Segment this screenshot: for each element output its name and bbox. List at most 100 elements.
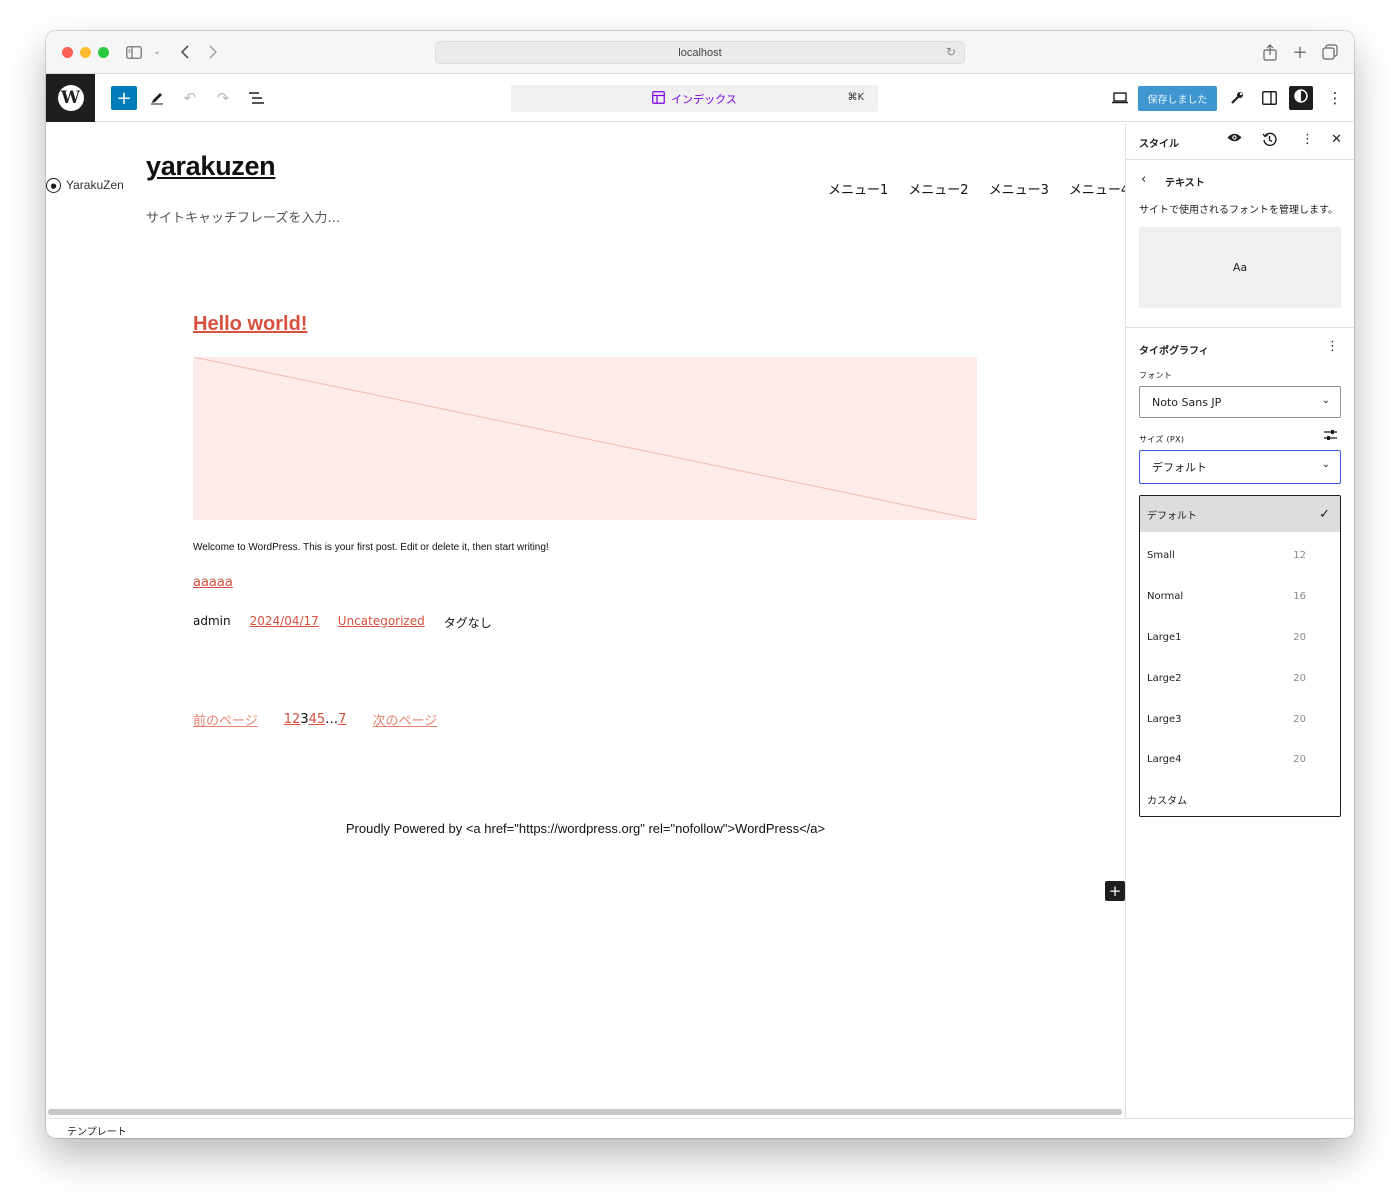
close-window-button[interactable] [62, 47, 73, 58]
command-palette-button[interactable]: インデックス ⌘K [511, 85, 878, 112]
page-number[interactable]: 1 [284, 712, 292, 727]
block-inserter-button[interactable]: + [111, 86, 137, 110]
tabs-overview-icon[interactable] [1320, 42, 1340, 62]
undo-icon[interactable]: ↶ [177, 86, 203, 110]
url-text: localhost [678, 46, 722, 59]
minimize-window-button[interactable] [80, 47, 91, 58]
sidebar-header: スタイル ⋮ ✕ [1126, 123, 1354, 160]
chevron-down-icon[interactable]: ⌄ [150, 42, 164, 62]
font-size-select[interactable]: デフォルト ⌄ [1139, 450, 1341, 484]
eye-icon[interactable] [1227, 132, 1242, 147]
redo-icon[interactable]: ↷ [210, 86, 236, 110]
page-number[interactable]: 7 [338, 712, 346, 727]
site-logo-text[interactable]: YarakuZen [66, 178, 124, 192]
font-size-option[interactable]: Large2 20 [1140, 660, 1340, 696]
site-title[interactable]: yarakuzen [146, 151, 276, 182]
more-options-icon[interactable]: ⋮ [1322, 86, 1348, 110]
size-label: サイズ (PX) [1139, 435, 1185, 444]
option-label: Normal [1147, 590, 1184, 602]
post-tags[interactable]: タグなし [444, 614, 492, 631]
settings-panel-icon[interactable] [1256, 86, 1282, 110]
back-chevron-icon[interactable]: ‹ [1141, 172, 1146, 187]
option-size: 20 [1293, 713, 1306, 725]
next-page-link[interactable]: 次のページ [372, 710, 437, 729]
custom-size-toggle-icon[interactable] [1324, 429, 1337, 444]
typography-preview: Aa [1139, 227, 1341, 308]
styles-toggle-button[interactable] [1289, 86, 1313, 110]
font-family-value: Noto Sans JP [1152, 395, 1222, 409]
post-date[interactable]: 2024/04/17 [250, 614, 319, 631]
template-icon [652, 90, 666, 107]
page-number[interactable]: 2 [292, 712, 300, 727]
font-size-option[interactable]: Large4 20 [1140, 741, 1340, 777]
share-icon[interactable] [1260, 42, 1280, 62]
browser-window: ⌄ localhost ↻ + W + ↶ ↷ インデックス ⌘K 保存しました… [46, 31, 1354, 1138]
edit-tool-icon[interactable] [144, 86, 170, 110]
document-overview-icon[interactable] [243, 86, 269, 110]
featured-image-placeholder[interactable] [193, 357, 977, 520]
font-size-option[interactable]: カスタム [1140, 781, 1340, 816]
command-shortcut: ⌘K [847, 92, 864, 103]
previous-page-link[interactable]: 前のページ [193, 710, 258, 729]
font-label: フォント [1139, 371, 1173, 380]
checkmark-icon: ✓ [1319, 506, 1330, 522]
nav-item[interactable]: メニュー3 [989, 179, 1049, 198]
nav-item[interactable]: メニュー2 [908, 179, 968, 198]
tools-wrench-icon[interactable] [1224, 86, 1250, 110]
post-author[interactable]: admin [193, 614, 231, 631]
option-label: カスタム [1147, 795, 1187, 807]
forward-icon[interactable] [204, 42, 222, 62]
editor-toolbar: W + ↶ ↷ インデックス ⌘K 保存しました ⋮ [46, 74, 1354, 122]
editor-canvas[interactable]: ● YarakuZen yarakuzen サイトキャッチフレーズを入力… メニ… [46, 123, 1125, 1123]
font-family-select[interactable]: Noto Sans JP ⌄ [1139, 386, 1341, 418]
block-breadcrumb-bar: テンプレート [46, 1118, 1354, 1138]
typography-options-icon[interactable]: ⋮ [1326, 339, 1339, 354]
address-bar[interactable]: localhost ↻ [435, 41, 965, 64]
nav-item[interactable]: メニュー4 [1069, 179, 1125, 198]
font-size-option[interactable]: デフォルト ✓ [1140, 496, 1340, 532]
wordpress-icon: W [57, 85, 84, 111]
page-number[interactable]: 5 [317, 712, 325, 727]
font-size-option[interactable]: Small 12 [1140, 537, 1340, 573]
device-preview-icon[interactable] [1107, 86, 1133, 110]
styles-sidebar: スタイル ⋮ ✕ ‹ テキスト サイトで使用されるフォントを管理します。 Aa … [1125, 123, 1354, 1118]
page-number[interactable]: 4 [309, 712, 317, 727]
option-label: Small [1147, 549, 1175, 561]
close-icon[interactable]: ✕ [1331, 132, 1342, 147]
more-vertical-icon[interactable]: ⋮ [1301, 132, 1314, 147]
scrollbar-thumb[interactable] [48, 1109, 1122, 1115]
section-title: テキスト [1165, 178, 1205, 189]
post-category[interactable]: Uncategorized [338, 614, 425, 631]
footer-credit[interactable]: Proudly Powered by <a href="https://word… [46, 821, 1125, 836]
site-logo-icon[interactable]: ● [46, 178, 61, 193]
read-more-link[interactable]: aaaaa [193, 575, 233, 590]
post-meta: admin 2024/04/17 Uncategorized タグなし [193, 614, 492, 631]
navigation-menu: メニュー1 メニュー2 メニュー3 メニュー4 [828, 179, 1125, 198]
font-size-value: デフォルト [1152, 461, 1207, 474]
save-button[interactable]: 保存しました [1138, 86, 1217, 111]
post-title[interactable]: Hello world! [193, 313, 307, 336]
option-label: Large1 [1147, 631, 1182, 643]
reload-icon[interactable]: ↻ [946, 45, 956, 59]
option-size: 16 [1293, 590, 1306, 602]
font-size-option[interactable]: Large1 20 [1140, 619, 1340, 655]
block-inserter-plus-icon[interactable]: + [1105, 881, 1125, 901]
option-label: Large3 [1147, 713, 1182, 725]
zoom-window-button[interactable] [98, 47, 109, 58]
font-size-option[interactable]: Normal 16 [1140, 578, 1340, 614]
post-excerpt[interactable]: Welcome to WordPress. This is your first… [193, 542, 549, 553]
option-label: デフォルト [1147, 510, 1197, 522]
page-numbers: 1 2 3 4 5 … 7 [284, 712, 347, 727]
pagination: 前のページ 1 2 3 4 5 … 7 次のページ [193, 710, 437, 729]
sidebar-icon[interactable] [124, 42, 144, 62]
nav-item[interactable]: メニュー1 [828, 179, 888, 198]
chevron-down-icon: ⌄ [1321, 459, 1330, 470]
font-size-option[interactable]: Large3 20 [1140, 701, 1340, 737]
site-tagline[interactable]: サイトキャッチフレーズを入力… [146, 207, 340, 226]
revisions-history-icon[interactable] [1262, 132, 1277, 151]
breadcrumb-template[interactable]: テンプレート [67, 1123, 127, 1138]
wordpress-logo-button[interactable]: W [46, 74, 95, 122]
back-icon[interactable] [176, 42, 194, 62]
option-label: Large4 [1147, 753, 1182, 765]
new-tab-icon[interactable]: + [1290, 42, 1310, 63]
